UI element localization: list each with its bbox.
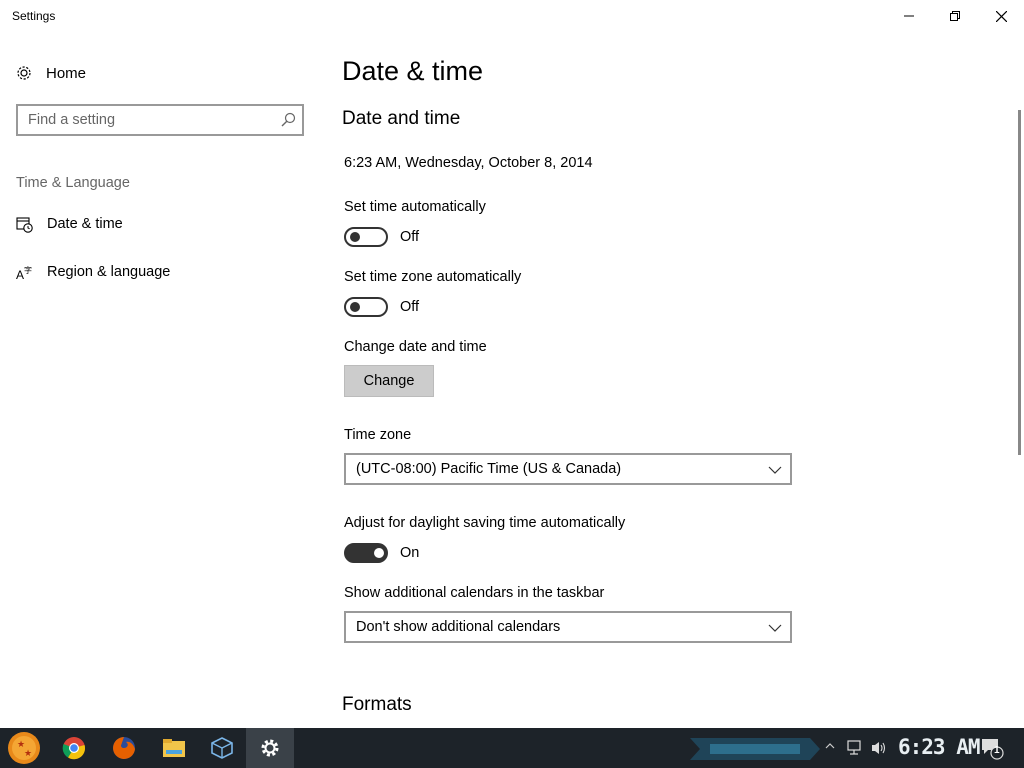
restore-icon <box>950 11 960 21</box>
additional-calendars-dropdown[interactable]: Don't show additional calendars <box>344 611 792 643</box>
time-zone-label: Time zone <box>344 427 412 443</box>
sidebar-item-label: Region & language <box>47 264 171 280</box>
firefox-icon <box>113 737 135 759</box>
restore-button[interactable] <box>932 0 978 32</box>
time-zone-value: (UTC-08:00) Pacific Time (US & Canada) <box>356 461 622 477</box>
additional-calendars-value: Don't show additional calendars <box>356 619 561 635</box>
close-button[interactable] <box>978 0 1024 32</box>
taskbar-clock[interactable]: 6:23 AM <box>898 735 981 759</box>
virtualbox-icon <box>211 737 233 759</box>
formats-section-title: Formats <box>342 694 412 715</box>
svg-text:★: ★ <box>24 748 32 758</box>
section-title: Date and time <box>342 108 461 129</box>
taskbar-file-explorer[interactable] <box>150 728 198 768</box>
taskbar-virtualbox[interactable] <box>198 728 246 768</box>
set-time-auto-toggle[interactable] <box>344 227 388 247</box>
additional-calendars-label: Show additional calendars in the taskbar <box>344 585 605 601</box>
set-timezone-auto-toggle[interactable] <box>344 297 388 317</box>
svg-text:字: 字 <box>24 265 32 275</box>
home-nav-item[interactable]: Home <box>16 60 86 86</box>
start-button[interactable]: ★ ★ <box>0 728 48 768</box>
set-timezone-auto-label: Set time zone automatically <box>344 269 522 285</box>
sidebar-item-label: Date & time <box>47 216 123 232</box>
set-time-auto-label: Set time automatically <box>344 199 486 215</box>
sidebar-section-label: Time & Language <box>16 175 130 191</box>
settings-gear-icon <box>261 739 279 757</box>
chrome-icon <box>62 737 86 760</box>
start-orb-icon: ★ ★ <box>8 732 40 764</box>
language-icon: A 字 <box>16 265 32 282</box>
minimize-button[interactable] <box>886 0 932 32</box>
file-explorer-icon <box>163 739 185 757</box>
taskbar-settings[interactable] <box>246 728 294 768</box>
taskbar: ★ ★ 6:23 AM 1 <box>0 728 1024 768</box>
taskbar-firefox[interactable] <box>100 728 148 768</box>
calendar-clock-icon <box>16 217 33 233</box>
sidebar-item-region-language[interactable]: A 字 Region & language <box>0 256 320 290</box>
gear-icon <box>17 66 31 80</box>
search-input[interactable]: Find a setting <box>16 104 304 136</box>
window-title: Settings <box>12 9 56 23</box>
minimize-icon <box>904 15 914 17</box>
chevron-down-icon <box>768 466 782 474</box>
sidebar-item-date-time[interactable]: Date & time <box>0 208 320 242</box>
notification-icon <box>982 739 1004 760</box>
taskbar-decoration <box>690 738 820 760</box>
search-placeholder: Find a setting <box>28 112 116 128</box>
svg-text:A: A <box>16 268 24 282</box>
set-time-auto-state: Off <box>400 229 420 245</box>
chevron-up-icon[interactable] <box>824 740 836 752</box>
time-zone-dropdown[interactable]: (UTC-08:00) Pacific Time (US & Canada) <box>344 453 792 485</box>
chevron-down-icon <box>768 624 782 632</box>
daylight-saving-label: Adjust for daylight saving time automati… <box>344 515 626 531</box>
toggle-knob <box>350 232 360 242</box>
daylight-saving-state: On <box>400 545 420 561</box>
scrollbar[interactable] <box>1018 110 1021 455</box>
taskbar-chrome[interactable] <box>50 728 98 768</box>
page-title: Date & time <box>342 56 484 86</box>
change-button[interactable]: Change <box>344 365 434 397</box>
set-timezone-auto-state: Off <box>400 299 420 315</box>
notification-count: 1 <box>994 745 1000 756</box>
search-icon <box>281 112 296 127</box>
action-center-button[interactable]: 1 <box>980 736 1006 762</box>
volume-icon[interactable] <box>870 740 888 756</box>
toggle-knob <box>350 302 360 312</box>
current-datetime: 6:23 AM, Wednesday, October 8, 2014 <box>344 155 593 171</box>
close-icon <box>995 10 1007 22</box>
home-label: Home <box>46 64 87 82</box>
toggle-knob <box>374 548 384 558</box>
daylight-saving-toggle[interactable] <box>344 543 388 563</box>
network-icon[interactable] <box>846 740 864 756</box>
title-bar: Settings <box>0 0 1024 32</box>
change-datetime-label: Change date and time <box>344 339 487 355</box>
